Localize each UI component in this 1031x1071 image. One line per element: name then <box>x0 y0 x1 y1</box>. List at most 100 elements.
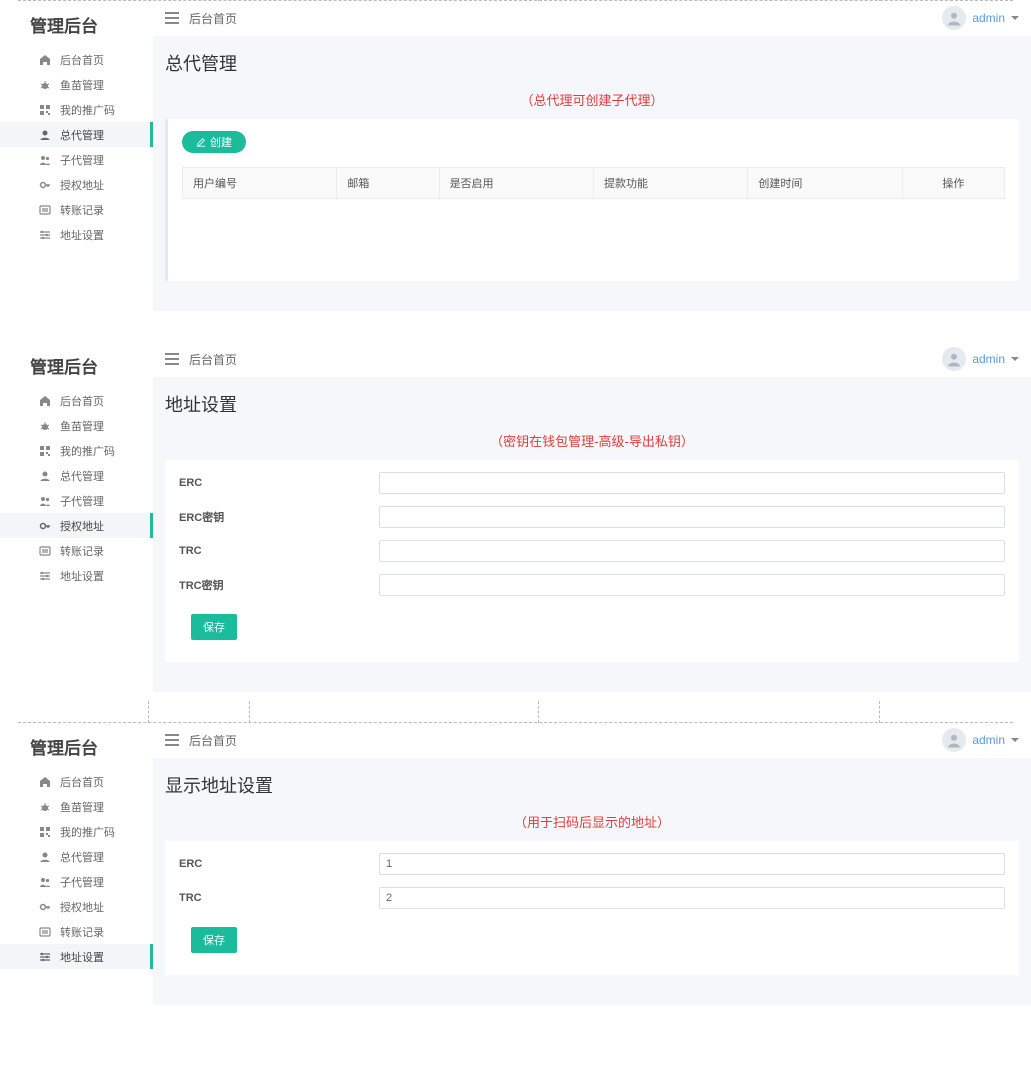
sidebar-item-transfer-log[interactable]: 转账记录 <box>0 919 153 944</box>
sidebar-item-label: 授权地址 <box>60 518 104 534</box>
sidebar-item-fish[interactable]: 鱼苗管理 <box>0 72 153 97</box>
avatar <box>942 6 966 30</box>
input-trc[interactable] <box>379 887 1005 909</box>
sidebar-item-home[interactable]: 后台首页 <box>0 769 153 794</box>
people-icon <box>38 153 52 167</box>
sidebar-item-label: 授权地址 <box>60 899 104 915</box>
sidebar-item-label: 我的推广码 <box>60 824 115 840</box>
page-title: 地址设置 <box>165 391 1019 417</box>
user-menu[interactable]: admin <box>942 347 1019 371</box>
sidebar-item-master-agent[interactable]: 总代管理 <box>0 463 153 488</box>
sidebar-item-auth-address[interactable]: 授权地址 <box>0 894 153 919</box>
chevron-down-icon <box>1011 738 1019 742</box>
sidebar-item-sub-agent[interactable]: 子代管理 <box>0 488 153 513</box>
qrcode-icon <box>38 825 52 839</box>
sidebar-item-label: 鱼苗管理 <box>60 418 104 434</box>
settings-icon <box>38 569 52 583</box>
sidebar-item-label: 转账记录 <box>60 202 104 218</box>
sidebar-item-address-settings[interactable]: 地址设置 <box>0 563 153 588</box>
sidebar-item-address-settings[interactable]: 地址设置 <box>0 944 153 969</box>
brand-title: 管理后台 <box>0 6 153 47</box>
input-erc[interactable] <box>379 853 1005 875</box>
create-button-label: 创建 <box>210 134 232 150</box>
sidebar-item-promocode[interactable]: 我的推广码 <box>0 97 153 122</box>
topbar: 后台首页 admin <box>153 0 1031 36</box>
menu-toggle-icon[interactable] <box>165 353 179 365</box>
sidebar-item-label: 子代管理 <box>60 493 104 509</box>
sidebar-item-promocode[interactable]: 我的推广码 <box>0 438 153 463</box>
menu-toggle-icon[interactable] <box>165 734 179 746</box>
label-trc-key: TRC密钥 <box>179 577 379 593</box>
sidebar-item-home[interactable]: 后台首页 <box>0 47 153 72</box>
input-erc-key[interactable] <box>379 506 1005 528</box>
sidebar: 管理后台 后台首页 鱼苗管理 我的推广码 总代管理 子代管理 授权地址 转账记录… <box>0 341 153 692</box>
sidebar-item-master-agent[interactable]: 总代管理 <box>0 122 153 147</box>
save-button[interactable]: 保存 <box>191 614 237 640</box>
hint-text: （密钥在钱包管理-高级-导出私钥） <box>165 431 1019 450</box>
list-icon <box>38 925 52 939</box>
breadcrumb[interactable]: 后台首页 <box>189 351 237 368</box>
key-icon <box>38 900 52 914</box>
menu-toggle-icon[interactable] <box>165 12 179 24</box>
sidebar-item-transfer-log[interactable]: 转账记录 <box>0 197 153 222</box>
sidebar-item-promocode[interactable]: 我的推广码 <box>0 819 153 844</box>
sidebar-item-sub-agent[interactable]: 子代管理 <box>0 147 153 172</box>
form-row-erc: ERC <box>179 472 1005 494</box>
sidebar-item-fish[interactable]: 鱼苗管理 <box>0 413 153 438</box>
user-menu[interactable]: admin <box>942 6 1019 30</box>
sidebar-item-master-agent[interactable]: 总代管理 <box>0 844 153 869</box>
home-icon <box>38 394 52 408</box>
input-trc-key[interactable] <box>379 574 1005 596</box>
input-erc[interactable] <box>379 472 1005 494</box>
sidebar-item-home[interactable]: 后台首页 <box>0 388 153 413</box>
form-row-erc-key: ERC密钥 <box>179 506 1005 528</box>
sidebar-item-fish[interactable]: 鱼苗管理 <box>0 794 153 819</box>
breadcrumb[interactable]: 后台首页 <box>189 10 237 27</box>
input-trc[interactable] <box>379 540 1005 562</box>
hint-text: （总代理可创建子代理） <box>165 90 1019 109</box>
sidebar-item-transfer-log[interactable]: 转账记录 <box>0 538 153 563</box>
username: admin <box>972 352 1005 366</box>
brand-title: 管理后台 <box>0 347 153 388</box>
panel-display-address-settings: 管理后台 后台首页 鱼苗管理 我的推广码 总代管理 子代管理 授权地址 转账记录… <box>0 722 1031 1005</box>
page-title: 显示地址设置 <box>165 772 1019 798</box>
avatar <box>942 728 966 752</box>
panel-address-settings: 管理后台 后台首页 鱼苗管理 我的推广码 总代管理 子代管理 授权地址 转账记录… <box>0 341 1031 692</box>
sidebar-item-label: 鱼苗管理 <box>60 799 104 815</box>
person-icon <box>38 850 52 864</box>
sidebar-item-auth-address[interactable]: 授权地址 <box>0 513 153 538</box>
sidebar-item-label: 地址设置 <box>60 227 104 243</box>
create-button[interactable]: 创建 <box>182 131 246 153</box>
key-icon <box>38 519 52 533</box>
bug-icon <box>38 78 52 92</box>
sidebar-item-label: 后台首页 <box>60 774 104 790</box>
qrcode-icon <box>38 444 52 458</box>
person-icon <box>38 469 52 483</box>
sidebar-item-label: 我的推广码 <box>60 102 115 118</box>
sidebar-item-label: 转账记录 <box>60 543 104 559</box>
sidebar-item-label: 转账记录 <box>60 924 104 940</box>
sidebar-item-label: 地址设置 <box>60 568 104 584</box>
col-email: 邮箱 <box>337 168 439 199</box>
save-button[interactable]: 保存 <box>191 927 237 953</box>
sidebar-item-auth-address[interactable]: 授权地址 <box>0 172 153 197</box>
sidebar-item-label: 子代管理 <box>60 874 104 890</box>
sidebar-item-label: 总代管理 <box>60 849 104 865</box>
sidebar-item-sub-agent[interactable]: 子代管理 <box>0 869 153 894</box>
topbar: 后台首页 admin <box>153 341 1031 377</box>
sidebar: 管理后台 后台首页 鱼苗管理 我的推广码 总代管理 子代管理 授权地址 转账记录… <box>0 0 153 311</box>
label-erc: ERC <box>179 858 379 870</box>
username: admin <box>972 11 1005 25</box>
sidebar-item-label: 总代管理 <box>60 127 104 143</box>
form-row-trc: TRC <box>179 540 1005 562</box>
user-menu[interactable]: admin <box>942 728 1019 752</box>
qrcode-icon <box>38 103 52 117</box>
breadcrumb[interactable]: 后台首页 <box>189 732 237 749</box>
people-icon <box>38 494 52 508</box>
sidebar-item-address-settings[interactable]: 地址设置 <box>0 222 153 247</box>
form-row-trc-key: TRC密钥 <box>179 574 1005 596</box>
label-erc-key: ERC密钥 <box>179 509 379 525</box>
person-icon <box>38 128 52 142</box>
label-erc: ERC <box>179 477 379 489</box>
sidebar-item-label: 授权地址 <box>60 177 104 193</box>
